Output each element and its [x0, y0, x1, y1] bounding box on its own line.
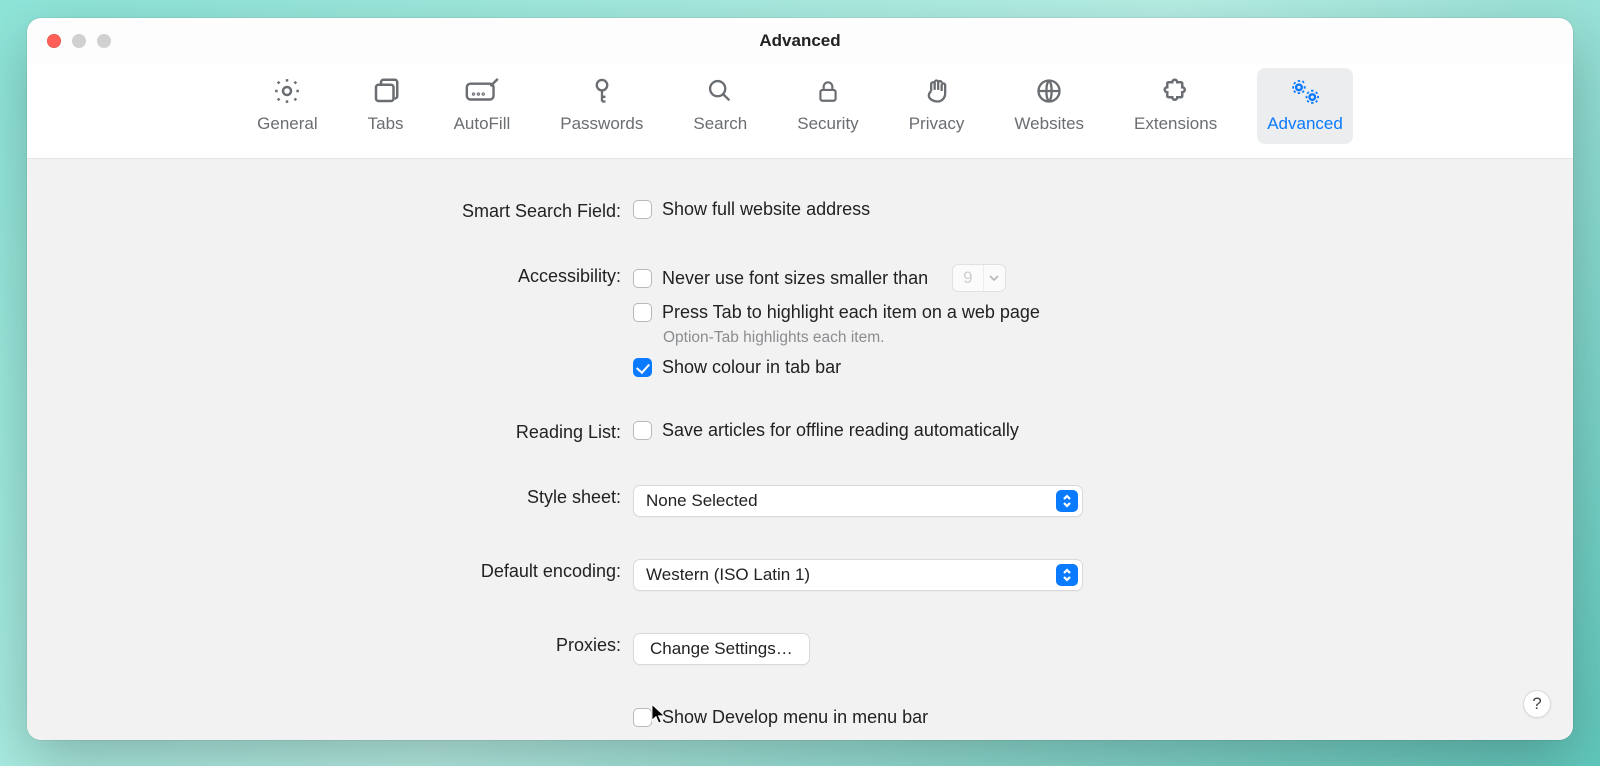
show-full-address-checkbox[interactable]: [633, 200, 652, 219]
press-tab-hint: Option-Tab highlights each item.: [663, 329, 1573, 347]
tab-label: Security: [797, 114, 858, 134]
default-encoding-value: Western (ISO Latin 1): [646, 565, 810, 585]
save-offline-text: Save articles for offline reading automa…: [662, 420, 1019, 441]
min-font-value: 9: [953, 268, 982, 288]
press-tab-text: Press Tab to highlight each item on a we…: [662, 302, 1040, 323]
tab-label: Privacy: [909, 114, 965, 134]
tab-label: Passwords: [560, 114, 643, 134]
default-encoding-select[interactable]: Western (ISO Latin 1): [633, 559, 1083, 591]
tab-extensions[interactable]: Extensions: [1124, 68, 1227, 144]
chevron-down-icon: [983, 265, 1005, 291]
tab-label: AutoFill: [454, 114, 511, 134]
hand-icon: [920, 74, 954, 108]
default-encoding-label: Default encoding:: [27, 559, 621, 582]
min-font-checkbox[interactable]: [633, 269, 652, 288]
tab-websites[interactable]: Websites: [1004, 68, 1094, 144]
window-title: Advanced: [27, 31, 1573, 51]
gear-icon: [270, 74, 304, 108]
tab-search[interactable]: Search: [683, 68, 757, 144]
save-offline-checkbox[interactable]: [633, 421, 652, 440]
prefs-toolbar: General Tabs AutoFill Passwords Search: [27, 64, 1573, 159]
tab-passwords[interactable]: Passwords: [550, 68, 653, 144]
develop-menu-text: Show Develop menu in menu bar: [662, 707, 928, 728]
show-full-address-text: Show full website address: [662, 199, 870, 220]
show-colour-text: Show colour in tab bar: [662, 357, 841, 378]
search-icon: [703, 74, 737, 108]
style-sheet-value: None Selected: [646, 491, 758, 511]
tab-label: General: [257, 114, 317, 134]
tab-label: Advanced: [1267, 114, 1343, 134]
min-font-text: Never use font sizes smaller than: [662, 268, 928, 289]
reading-list-label: Reading List:: [27, 420, 621, 443]
tab-label: Tabs: [368, 114, 404, 134]
press-tab-checkbox[interactable]: [633, 303, 652, 322]
globe-icon: [1032, 74, 1066, 108]
tab-general[interactable]: General: [247, 68, 327, 144]
puzzle-icon: [1159, 74, 1193, 108]
tab-security[interactable]: Security: [787, 68, 868, 144]
tab-label: Websites: [1014, 114, 1084, 134]
autofill-icon: [465, 74, 499, 108]
smart-search-label: Smart Search Field:: [27, 199, 621, 222]
proxies-label: Proxies:: [27, 633, 621, 656]
style-sheet-label: Style sheet:: [27, 485, 621, 508]
tabs-icon: [369, 74, 403, 108]
gears-icon: [1288, 74, 1322, 108]
tab-privacy[interactable]: Privacy: [899, 68, 975, 144]
updown-chevrons-icon: [1056, 490, 1078, 512]
tab-tabs[interactable]: Tabs: [358, 68, 414, 144]
tab-autofill[interactable]: AutoFill: [444, 68, 521, 144]
content-pane: Smart Search Field: Show full website ad…: [27, 159, 1573, 740]
tab-label: Extensions: [1134, 114, 1217, 134]
accessibility-label: Accessibility:: [27, 264, 621, 287]
preferences-window: Advanced General Tabs AutoFill Passwor: [27, 18, 1573, 740]
style-sheet-select[interactable]: None Selected: [633, 485, 1083, 517]
help-button[interactable]: ?: [1523, 690, 1551, 718]
change-settings-button[interactable]: Change Settings…: [633, 633, 810, 665]
min-font-size-select[interactable]: 9: [952, 264, 1005, 292]
key-icon: [585, 74, 619, 108]
tab-advanced[interactable]: Advanced: [1257, 68, 1353, 144]
show-colour-checkbox[interactable]: [633, 358, 652, 377]
updown-chevrons-icon: [1056, 564, 1078, 586]
lock-icon: [811, 74, 845, 108]
titlebar: Advanced: [27, 18, 1573, 64]
tab-label: Search: [693, 114, 747, 134]
develop-menu-checkbox[interactable]: [633, 708, 652, 727]
